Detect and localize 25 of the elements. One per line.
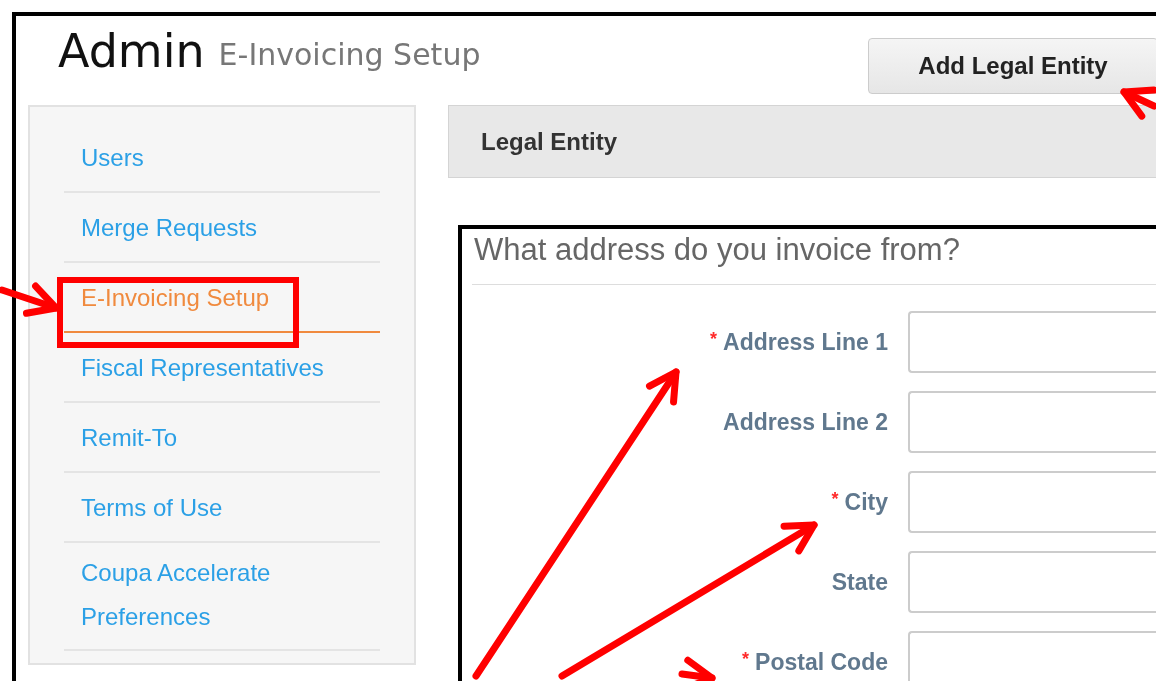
sidebar-item[interactable]: Merge Requests (64, 193, 380, 263)
field-label: Postal Code (755, 648, 888, 675)
field-label: Address Line 2 (723, 408, 888, 435)
sidebar-item[interactable]: Remit-To (64, 403, 380, 473)
add-legal-entity-button[interactable]: Add Legal Entity (868, 38, 1156, 94)
sidebar-item[interactable]: Coupa Accelerate Preferences (64, 543, 380, 651)
sidebar-item[interactable]: Terms of Use (64, 473, 380, 543)
input-field[interactable] (908, 471, 1156, 534)
required-mark: * (742, 648, 750, 669)
page-title: Admin (58, 28, 205, 74)
input-field[interactable] (908, 631, 1156, 681)
field-label: Address Line 1 (723, 328, 888, 355)
page-subtitle: E-Invoicing Setup (218, 40, 481, 70)
sidebar-item[interactable]: Users (64, 123, 380, 193)
field-label: State (831, 568, 888, 595)
required-mark: * (710, 328, 718, 349)
input-field[interactable] (908, 311, 1156, 374)
input-field[interactable] (908, 551, 1156, 614)
form-heading: What address do you invoice from? (472, 229, 1156, 286)
sidebar-item[interactable]: Fiscal Representatives (64, 333, 380, 403)
required-mark: * (831, 488, 839, 509)
field-label: City (844, 488, 888, 515)
sidebar-item[interactable]: E-Invoicing Setup (64, 263, 380, 333)
input-field[interactable] (908, 391, 1156, 454)
panel-header: Legal Entity (448, 105, 1156, 178)
